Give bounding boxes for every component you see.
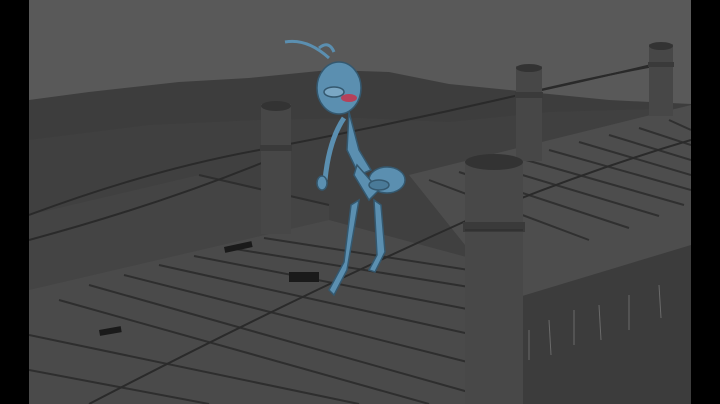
dock-post	[260, 101, 292, 234]
dock-post	[515, 64, 543, 161]
dock-post	[463, 154, 525, 404]
video-frame	[0, 0, 720, 404]
maya-viewport[interactable]	[29, 0, 691, 404]
dock-post	[648, 42, 674, 116]
scene-render	[29, 0, 691, 404]
